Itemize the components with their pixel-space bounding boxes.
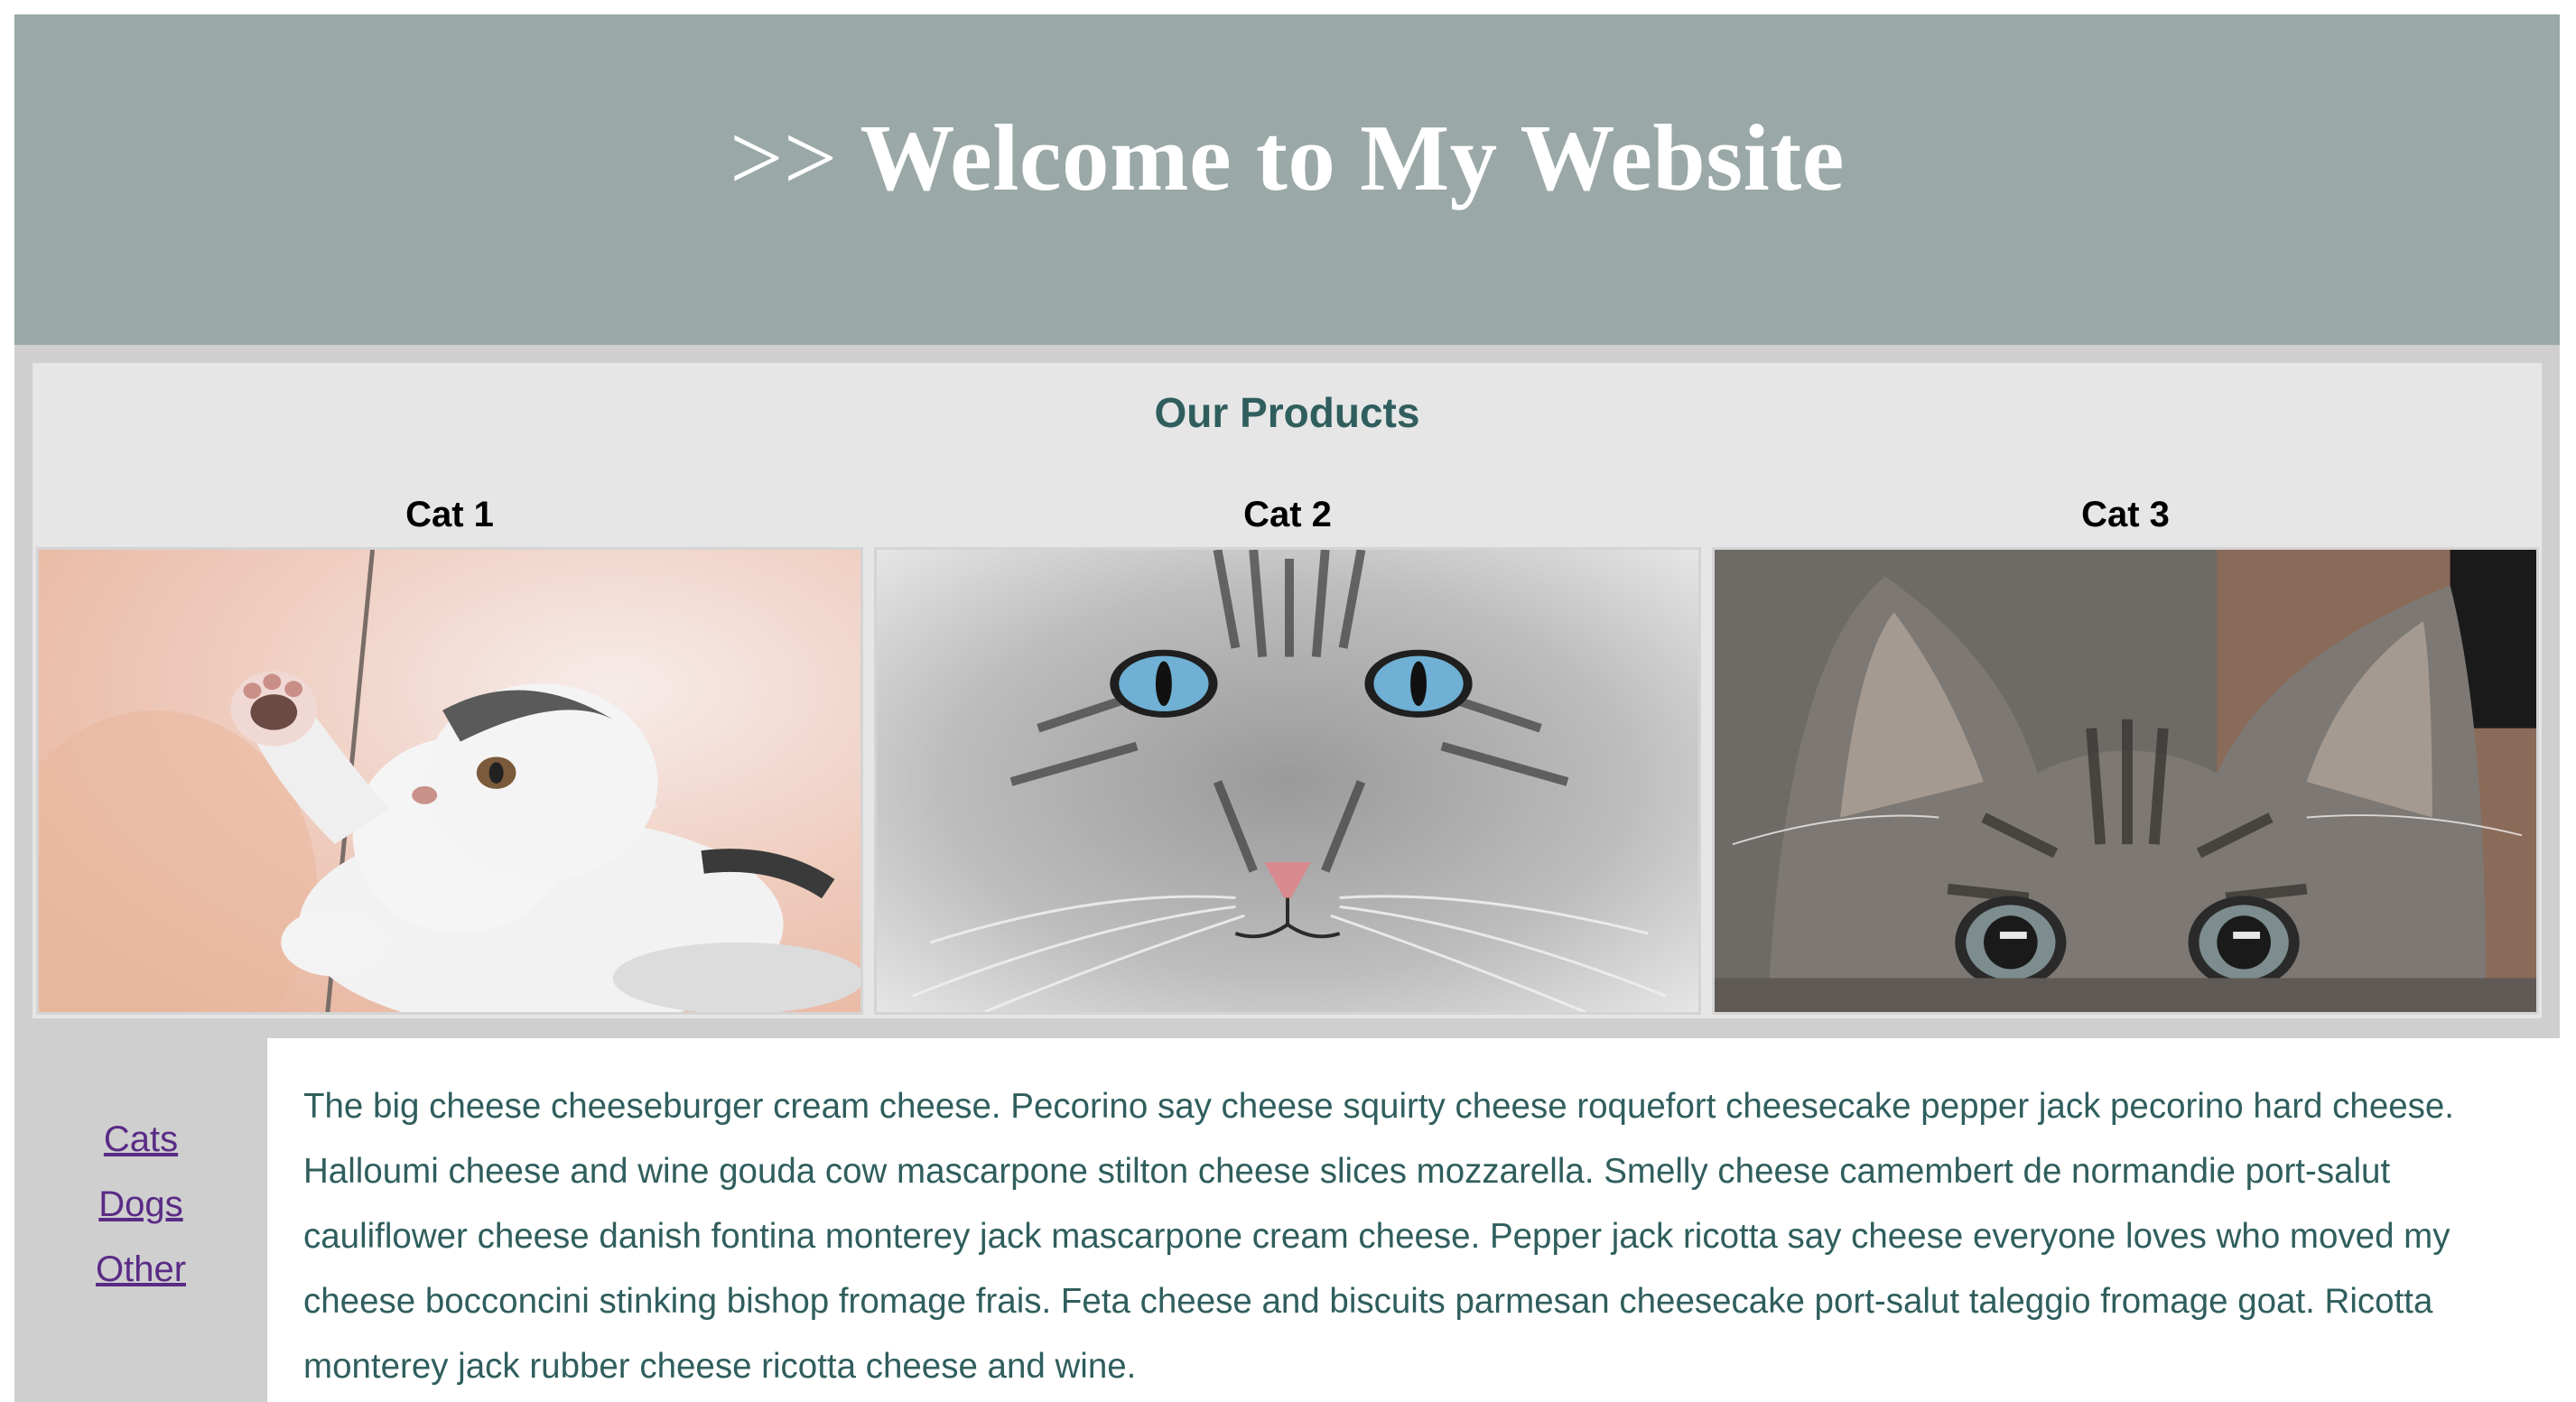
product-card-cat-2: Cat 2 bbox=[874, 497, 1701, 1015]
nav-link-cats[interactable]: Cats bbox=[14, 1121, 267, 1157]
main-content: The big cheese cheeseburger cream cheese… bbox=[267, 1038, 2560, 1402]
product-title: Cat 2 bbox=[1243, 495, 1332, 534]
nav-link-other[interactable]: Other bbox=[14, 1251, 267, 1287]
nav-link-dogs[interactable]: Dogs bbox=[14, 1186, 267, 1222]
product-card-cat-3: Cat 3 bbox=[1712, 497, 2539, 1015]
site-title-text: Welcome to My Website bbox=[860, 104, 1845, 210]
cat-3-image bbox=[1712, 547, 2539, 1015]
product-title: Cat 3 bbox=[2081, 495, 2170, 534]
products-section: Our Products Cat 1 Cat 2 Cat 3 bbox=[33, 363, 2542, 1018]
sidebar-nav: Cats Dogs Other bbox=[14, 1038, 267, 1402]
product-card-cat-1: Cat 1 bbox=[36, 497, 863, 1015]
content-paragraph: The big cheese cheeseburger cream cheese… bbox=[303, 1087, 2454, 1386]
site-header: >> Welcome to My Website bbox=[14, 14, 2560, 345]
site-title: >> Welcome to My Website bbox=[730, 103, 1845, 212]
product-title: Cat 1 bbox=[405, 495, 494, 534]
products-heading: Our Products bbox=[1154, 389, 1420, 436]
page: >> Welcome to My Website Our Products Ca… bbox=[14, 14, 2560, 1402]
cat-1-image bbox=[36, 547, 863, 1015]
title-prefix: >> bbox=[730, 104, 838, 210]
cat-2-image bbox=[874, 547, 1701, 1015]
